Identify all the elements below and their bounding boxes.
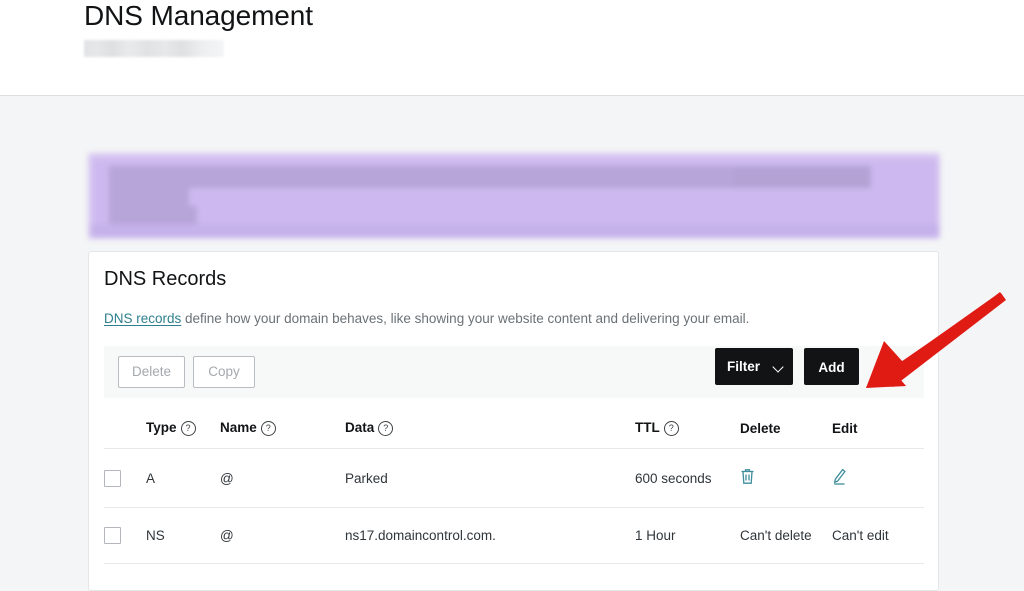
- page-header: DNS Management: [0, 0, 1024, 96]
- row-ttl: 1 Hour: [635, 508, 740, 564]
- row-checkbox[interactable]: [104, 527, 121, 544]
- row-edit-disabled: Can't edit: [832, 508, 924, 564]
- table-row: NS @ ns17.domaincontrol.com. 1 Hour Can'…: [104, 508, 924, 564]
- row-delete-cell: [740, 449, 832, 508]
- row-checkbox[interactable]: [104, 470, 121, 487]
- header-data: Data?: [345, 412, 635, 449]
- row-select-cell: [104, 508, 146, 564]
- chevron-down-icon: [772, 361, 783, 372]
- promo-banner-footer: [91, 224, 939, 237]
- redacted-domain-name: [84, 40, 224, 57]
- card-description-text: define how your domain behaves, like sho…: [181, 311, 749, 326]
- promo-banner-redacted[interactable]: [88, 153, 940, 239]
- card-title: DNS Records: [104, 266, 226, 292]
- dns-records-link[interactable]: DNS records: [104, 311, 181, 326]
- promo-banner-blur-line: [109, 188, 189, 206]
- header-ttl: TTL?: [635, 412, 740, 449]
- header-delete: Delete: [740, 412, 832, 449]
- row-type: NS: [146, 508, 220, 564]
- help-icon[interactable]: ?: [261, 421, 276, 436]
- copy-button[interactable]: Copy: [193, 356, 255, 388]
- help-icon[interactable]: ?: [664, 421, 679, 436]
- promo-banner-blur-line: [733, 166, 871, 188]
- help-icon[interactable]: ?: [181, 421, 196, 436]
- trash-icon[interactable]: [740, 468, 755, 485]
- row-name: @: [220, 508, 345, 564]
- row-data: Parked: [345, 449, 635, 508]
- dns-records-card: DNS Records DNS records define how your …: [88, 251, 939, 591]
- header-select: [104, 412, 146, 449]
- row-type: A: [146, 449, 220, 508]
- row-name: @: [220, 449, 345, 508]
- table-row: A @ Parked 600 seconds: [104, 449, 924, 508]
- row-select-cell: [104, 449, 146, 508]
- table-header-row: Type? Name? Data? TTL? Delete Edit: [104, 412, 924, 449]
- help-icon[interactable]: ?: [378, 421, 393, 436]
- header-type: Type?: [146, 412, 220, 449]
- add-button[interactable]: Add: [804, 348, 859, 385]
- row-edit-cell: [832, 449, 924, 508]
- promo-banner-inner: [93, 159, 937, 224]
- pencil-icon[interactable]: [832, 468, 847, 485]
- header-edit: Edit: [832, 412, 924, 449]
- records-toolbar: Delete Copy Filter Add •••: [104, 346, 924, 398]
- filter-button[interactable]: Filter: [715, 348, 793, 385]
- filter-button-label: Filter: [727, 359, 760, 374]
- dns-records-table: Type? Name? Data? TTL? Delete Edit: [104, 412, 924, 564]
- row-delete-disabled: Can't delete: [740, 508, 832, 564]
- row-ttl: 600 seconds: [635, 449, 740, 508]
- header-name: Name?: [220, 412, 345, 449]
- page-title: DNS Management: [84, 0, 313, 32]
- promo-banner-blur-line: [109, 206, 197, 226]
- row-data: ns17.domaincontrol.com.: [345, 508, 635, 564]
- card-description: DNS records define how your domain behav…: [104, 310, 749, 328]
- more-options-icon[interactable]: •••: [872, 357, 902, 375]
- delete-button[interactable]: Delete: [118, 356, 185, 388]
